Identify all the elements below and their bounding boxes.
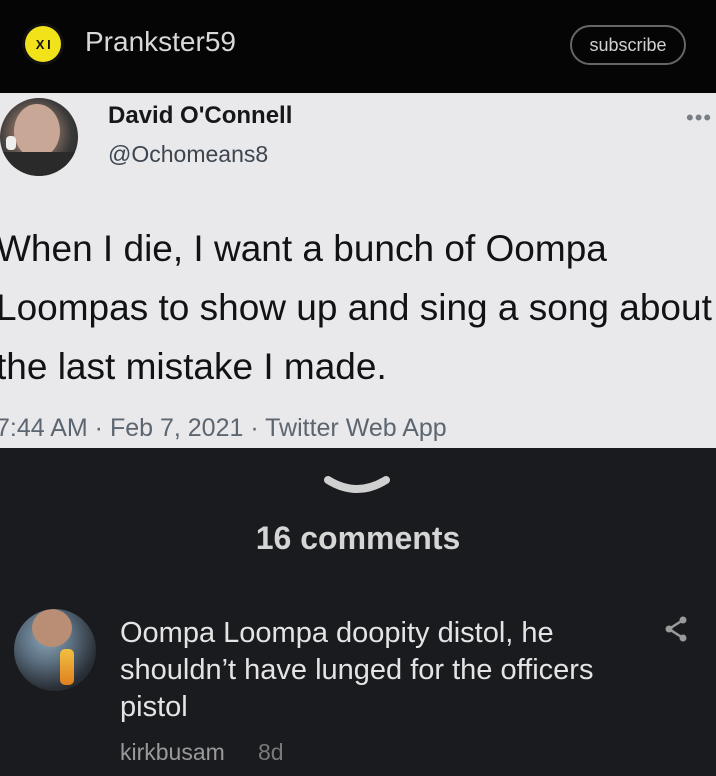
comment-username[interactable]: kirkbusam	[120, 739, 225, 766]
tweet-text: When I die, I want a bunch of Oompa Loom…	[0, 228, 712, 387]
commenter-avatar[interactable]	[14, 609, 96, 691]
tweet-author-avatar	[0, 98, 78, 176]
top-bar: X I Prankster59 subscribe	[0, 0, 716, 93]
channel-name[interactable]: Prankster59	[85, 26, 236, 58]
channel-logo[interactable]: X I	[22, 23, 64, 65]
share-icon[interactable]	[663, 615, 691, 648]
comment-age: 8d	[258, 739, 284, 765]
comment-count: 16 comments	[255, 520, 461, 556]
tweet-author-name: David O'Connell	[108, 102, 293, 129]
tweet-image[interactable]: David O'Connell @Ochomeans8 ••• When I d…	[0, 93, 716, 448]
tweet-meta: 7:44 AM · Feb 7, 2021 · Twitter Web App	[0, 414, 447, 442]
chevron-down-icon[interactable]	[322, 472, 392, 505]
subscribe-button[interactable]: subscribe	[570, 25, 686, 65]
more-options-icon: •••	[686, 105, 713, 130]
comment-text: Oompa Loompa doopity distol, he shouldn’…	[120, 617, 594, 723]
tweet-author-handle: @Ochomeans8	[108, 141, 269, 167]
channel-logo-face: X I	[25, 26, 61, 62]
